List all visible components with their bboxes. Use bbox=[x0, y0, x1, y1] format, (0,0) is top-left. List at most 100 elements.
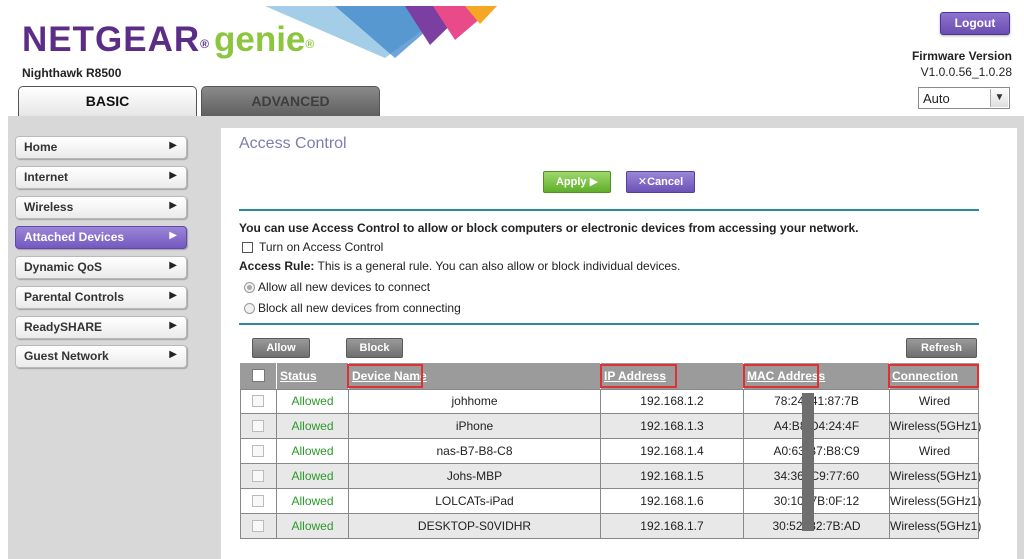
row-checkbox[interactable] bbox=[252, 445, 264, 457]
sidebar-item-dynamic-qos[interactable]: Dynamic QoS ▶ bbox=[15, 256, 187, 279]
cell-mac-address: A0:63 B7:B8:C9 bbox=[744, 439, 890, 464]
chevron-right-icon: ▶ bbox=[169, 200, 177, 211]
radio-allow-new-devices[interactable]: Allow all new devices to connect bbox=[244, 280, 430, 294]
language-select-value: Auto bbox=[923, 91, 950, 106]
row-select-cell bbox=[240, 439, 277, 464]
cell-connection-type: Wired bbox=[918, 444, 951, 458]
router-model: Nighthawk R8500 bbox=[22, 66, 122, 80]
row-checkbox[interactable] bbox=[252, 420, 264, 432]
row-select-cell bbox=[240, 514, 277, 539]
cancel-button[interactable]: ✕Cancel bbox=[626, 171, 695, 193]
cell-mac-address: 30:52 :82:7B:AD bbox=[744, 514, 890, 539]
cell-ip-address: 192.168.1.5 bbox=[601, 464, 744, 489]
cell-connection-type: Wireless(5GHz1) bbox=[890, 419, 982, 433]
sidebar-item-parental-controls[interactable]: Parental Controls ▶ bbox=[15, 286, 187, 309]
turn-on-access-control-label: Turn on Access Control bbox=[259, 240, 384, 254]
cell-device-name: nas-B7-B8-C8 bbox=[349, 439, 601, 464]
radio-block-indicator[interactable] bbox=[244, 303, 255, 315]
column-header-status[interactable]: Status bbox=[280, 363, 317, 389]
sidebar-item-label: Attached Devices bbox=[24, 230, 125, 244]
cell-connection-type: Wireless(5GHz1) bbox=[890, 519, 982, 533]
radio-block-new-devices[interactable]: Block all new devices from connecting bbox=[244, 301, 461, 315]
cell-device-name: LOLCATs-iPad bbox=[349, 489, 601, 514]
cancel-label: Cancel bbox=[647, 176, 684, 188]
sidebar-item-guest-network[interactable]: Guest Network ▶ bbox=[15, 345, 187, 368]
table-row[interactable]: Allowed nas-B7-B8-C8 192.168.1.4 A0:63 B… bbox=[240, 439, 979, 464]
table-row[interactable]: Allowed iPhone 192.168.1.3 A4:B8 D4:24:4… bbox=[240, 414, 982, 439]
row-select-cell bbox=[240, 414, 277, 439]
refresh-button[interactable]: Refresh bbox=[906, 338, 977, 358]
sidebar-item-label: Dynamic QoS bbox=[24, 260, 103, 274]
cell-status: Allowed bbox=[277, 389, 349, 414]
mac-redaction-bar bbox=[802, 393, 814, 531]
brand-name: NETGEAR bbox=[22, 20, 201, 59]
allow-button[interactable]: Allow bbox=[252, 338, 310, 358]
sidebar-item-wireless[interactable]: Wireless ▶ bbox=[15, 196, 187, 219]
cell-status: Allowed bbox=[277, 414, 349, 439]
highlight-ip-address bbox=[600, 364, 677, 388]
cell-ip-address: 192.168.1.6 bbox=[601, 489, 744, 514]
tab-advanced[interactable]: ADVANCED bbox=[201, 86, 380, 116]
sidebar-item-internet[interactable]: Internet ▶ bbox=[15, 166, 187, 189]
table-row[interactable]: Allowed LOLCATs-iPad 192.168.1.6 30:10 :… bbox=[240, 489, 981, 514]
chevron-down-icon[interactable]: ▼ bbox=[990, 89, 1008, 107]
block-button[interactable]: Block bbox=[346, 338, 403, 358]
cell-ip-address: 192.168.1.4 bbox=[601, 439, 744, 464]
logout-button[interactable]: Logout bbox=[940, 12, 1010, 35]
cell-mac-address: A4:B8 D4:24:4F bbox=[744, 414, 890, 439]
cell-mac-address: 78:24 :41:87:7B bbox=[744, 389, 890, 414]
row-checkbox[interactable] bbox=[252, 520, 264, 532]
row-divider bbox=[240, 488, 979, 489]
banner-graphic bbox=[265, 6, 497, 58]
table-row[interactable]: Allowed Johs-MBP 192.168.1.5 34:36 :C9:7… bbox=[240, 464, 982, 489]
firmware-version-label: Firmware Version bbox=[911, 49, 1012, 63]
cell-status: Allowed bbox=[277, 439, 349, 464]
apply-button[interactable]: Apply ▶ bbox=[543, 171, 611, 193]
row-select-cell bbox=[240, 389, 277, 414]
row-divider bbox=[240, 438, 979, 439]
row-divider bbox=[240, 513, 979, 514]
sidebar-item-label: Wireless bbox=[24, 200, 74, 214]
chevron-right-icon: ▶ bbox=[169, 230, 177, 241]
row-select-cell bbox=[240, 489, 277, 514]
turn-on-access-control[interactable]: Turn on Access Control bbox=[242, 240, 383, 254]
table-row[interactable]: Allowed DESKTOP-S0VIDHR 192.168.1.7 30:5… bbox=[240, 514, 982, 539]
cell-status: Allowed bbox=[277, 489, 349, 514]
row-checkbox[interactable] bbox=[252, 470, 264, 482]
cell-connection-type: Wireless(5GHz1) bbox=[890, 469, 982, 483]
sidebar-item-attached-devices[interactable]: Attached Devices ▶ bbox=[15, 226, 187, 249]
cell-ip-address: 192.168.1.2 bbox=[601, 389, 744, 414]
cell-mac-address: 30:10 :7B:0F:12 bbox=[744, 489, 890, 514]
firmware-version-value: V1.0.0.56_1.0.28 bbox=[920, 65, 1012, 79]
access-rule-description: This is a general rule. You can also all… bbox=[314, 259, 681, 273]
turn-on-access-control-checkbox[interactable] bbox=[242, 242, 253, 254]
cell-status: Allowed bbox=[277, 464, 349, 489]
chevron-right-icon: ▶ bbox=[169, 320, 177, 331]
highlight-mac-address bbox=[743, 364, 819, 388]
radio-allow-label: Allow all new devices to connect bbox=[258, 280, 431, 294]
cell-ip-address: 192.168.1.3 bbox=[601, 414, 744, 439]
divider bbox=[239, 209, 979, 211]
language-select[interactable]: Auto ▼ bbox=[918, 87, 1010, 109]
tab-basic[interactable]: BASIC bbox=[18, 86, 197, 116]
row-checkbox[interactable] bbox=[252, 495, 264, 507]
sidebar-item-readyshare[interactable]: ReadySHARE ▶ bbox=[15, 316, 187, 339]
radio-allow-indicator[interactable] bbox=[244, 282, 255, 294]
chevron-right-icon: ▶ bbox=[169, 349, 177, 360]
cell-device-name: DESKTOP-S0VIDHR bbox=[349, 514, 601, 539]
chevron-right-icon: ▶ bbox=[169, 170, 177, 181]
sidebar-item-home[interactable]: Home ▶ bbox=[15, 136, 187, 159]
sidebar-item-label: ReadySHARE bbox=[24, 320, 103, 334]
table-row[interactable]: Allowed johhome 192.168.1.2 78:24 :41:87… bbox=[240, 389, 979, 414]
select-all-checkbox[interactable] bbox=[252, 369, 265, 382]
chevron-right-icon: ▶ bbox=[169, 290, 177, 301]
row-divider bbox=[240, 463, 979, 464]
page-title: Access Control bbox=[239, 135, 347, 152]
highlight-device-name bbox=[347, 364, 423, 388]
divider bbox=[239, 323, 979, 325]
sidebar-item-label: Internet bbox=[24, 170, 69, 184]
intro-text: You can use Access Control to allow or b… bbox=[239, 221, 859, 235]
cell-device-name: Johs-MBP bbox=[349, 464, 601, 489]
row-select-cell bbox=[240, 464, 277, 489]
row-checkbox[interactable] bbox=[252, 395, 264, 407]
